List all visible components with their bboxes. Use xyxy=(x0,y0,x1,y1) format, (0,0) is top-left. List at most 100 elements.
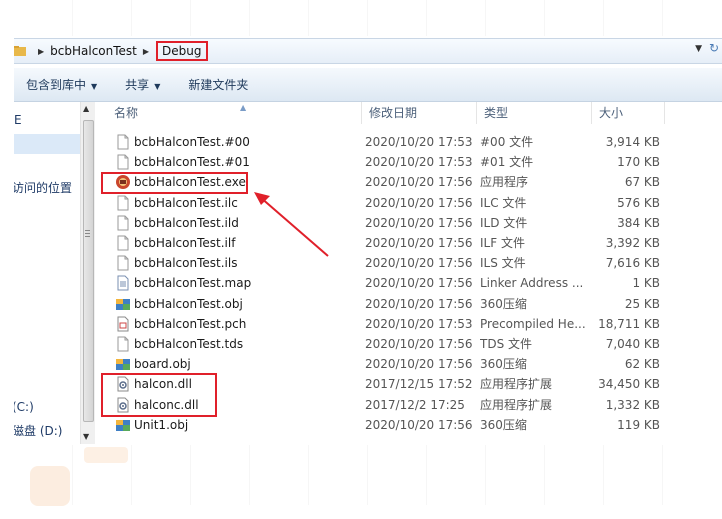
navigation-pane: E 访问的位置 (C:) 磁盘 (D:) xyxy=(14,102,80,444)
generic-file-icon xyxy=(115,255,131,271)
file-size: 384 KB xyxy=(617,215,660,230)
generic-file-icon xyxy=(115,235,131,251)
file-row[interactable]: bcbHalconTest.#00 2020/10/20 17:53 #00 文件 3… xyxy=(95,132,722,152)
file-name: bcbHalconTest.ilc xyxy=(134,195,238,210)
file-name: bcbHalconTest.ilf xyxy=(134,236,236,250)
chevron-right-icon[interactable]: ▶ xyxy=(38,47,44,56)
file-size: 3,914 KB xyxy=(605,135,660,149)
file-size: 34,450 KB xyxy=(598,377,660,392)
file-name: Unit1.obj xyxy=(134,417,189,432)
file-type: Precompiled He... xyxy=(480,316,585,331)
explorer-window: ▶ bcbHalconTest ▶ Debug ▼ ↻ 包含到库中 ▼ 共享 ▼ 新… xyxy=(0,0,722,519)
file-type: 360压缩 xyxy=(480,357,527,372)
file-date: 2017/12/2 17:25 xyxy=(365,397,465,412)
share-button[interactable]: 共享 ▼ xyxy=(125,76,160,93)
file-size: 170 KB xyxy=(617,155,660,170)
column-header-type[interactable]: 类型 xyxy=(477,102,592,124)
file-row[interactable]: board.obj 2020/10/20 17:56 360压缩 62 KB xyxy=(95,354,722,374)
file-row[interactable]: bcbHalconTest.ilc 2020/10/20 17:56 ILC 文件 5… xyxy=(95,193,722,213)
breadcrumb-debug[interactable]: Debug xyxy=(156,41,208,61)
file-date: 2020/10/20 17:56 xyxy=(365,276,473,291)
file-size: 7,040 KB xyxy=(605,337,660,351)
file-type: ILC 文件 xyxy=(480,195,527,210)
watermark-seal xyxy=(30,466,70,506)
generic-file-icon xyxy=(115,195,131,211)
address-bar[interactable]: ▶ bcbHalconTest ▶ Debug ▼ ↻ xyxy=(14,38,722,64)
command-bar: 包含到库中 ▼ 共享 ▼ 新建文件夹 xyxy=(14,68,722,102)
file-type: 360压缩 xyxy=(480,417,527,432)
file-row[interactable]: Unit1.obj 2020/10/20 17:56 360压缩 119 KB xyxy=(95,415,722,435)
nav-item-drive-d[interactable]: 磁盘 (D:) xyxy=(14,422,62,439)
file-type: #00 文件 xyxy=(480,135,534,149)
file-name: board.obj xyxy=(134,357,191,372)
breadcrumb-bcbhalcontest[interactable]: bcbHalconTest xyxy=(50,44,137,58)
file-name: bcbHalconTest.tds xyxy=(134,337,244,351)
red-arrow-icon xyxy=(254,192,329,257)
file-name: bcbHalconTest.ild xyxy=(134,215,239,230)
file-name: bcbHalconTest.pch xyxy=(134,316,247,331)
chevron-down-icon[interactable]: ▼ xyxy=(695,44,702,54)
chevron-down-icon: ▼ xyxy=(154,82,161,91)
file-row[interactable]: bcbHalconTest.#01 2020/10/20 17:53 #01 文件 1… xyxy=(95,152,722,172)
file-date: 2020/10/20 17:53 xyxy=(365,135,473,149)
file-size: 62 KB xyxy=(624,357,660,372)
file-row[interactable]: bcbHalconTest.map 2020/10/20 17:56 Linker … xyxy=(95,273,722,293)
watermark-logo xyxy=(558,0,678,36)
file-type: ILS 文件 xyxy=(480,256,526,271)
map-file-icon xyxy=(115,275,131,291)
chevron-right-icon[interactable]: ▶ xyxy=(143,47,149,56)
new-folder-button[interactable]: 新建文件夹 xyxy=(188,76,248,93)
archive-icon xyxy=(115,356,131,372)
file-date: 2020/10/20 17:56 xyxy=(365,296,473,311)
file-name: bcbHalconTest.obj xyxy=(134,296,243,311)
file-type: #01 文件 xyxy=(480,155,534,170)
file-date: 2020/10/20 17:53 xyxy=(365,316,473,331)
chevron-down-icon: ▼ xyxy=(91,82,98,91)
column-header-name[interactable]: 名称 ▲ xyxy=(107,102,362,124)
file-row[interactable]: bcbHalconTest.ilf 2020/10/20 17:56 ILF 文件 3… xyxy=(95,233,722,253)
file-name: bcbHalconTest.map xyxy=(134,276,252,291)
file-size: 25 KB xyxy=(624,296,660,311)
file-size: 1 KB xyxy=(632,276,660,291)
folder-icon xyxy=(14,45,26,57)
file-type: ILD 文件 xyxy=(480,215,528,230)
nav-item-drive-c[interactable]: (C:) xyxy=(14,400,34,414)
file-type: ILF 文件 xyxy=(480,236,525,250)
file-name: bcbHalconTest.#01 xyxy=(134,155,250,170)
file-size: 3,392 KB xyxy=(605,236,660,250)
file-type: Linker Address ... xyxy=(480,276,584,291)
nav-item-recent-places[interactable]: 访问的位置 xyxy=(14,179,72,196)
file-type: 应用程序 xyxy=(480,175,529,190)
file-row[interactable]: bcbHalconTest.pch 2020/10/20 17:53 Precomp… xyxy=(95,314,722,334)
file-type: 360压缩 xyxy=(480,296,527,311)
file-date: 2020/10/20 17:56 xyxy=(365,417,473,432)
file-date: 2017/12/15 17:52 xyxy=(365,377,473,392)
file-date: 2020/10/20 17:56 xyxy=(365,357,473,372)
archive-icon xyxy=(115,296,131,312)
generic-file-icon xyxy=(115,134,131,150)
file-type: TDS 文件 xyxy=(480,337,533,351)
nav-selected-highlight xyxy=(14,134,80,154)
include-in-library-label: 包含到库中 xyxy=(26,78,87,92)
scroll-down-icon[interactable]: ▼ xyxy=(83,432,89,441)
highlight-exe-box xyxy=(101,172,248,194)
column-header-size[interactable]: 大小 xyxy=(592,102,665,124)
scroll-up-icon[interactable]: ▲ xyxy=(83,104,89,113)
refresh-icon[interactable]: ↻ xyxy=(709,41,719,55)
file-date: 2020/10/20 17:56 xyxy=(365,256,473,271)
file-row[interactable]: bcbHalconTest.obj 2020/10/20 17:56 360压缩 25… xyxy=(95,294,722,314)
scroll-thumb[interactable] xyxy=(83,120,94,422)
file-size: 18,711 KB xyxy=(598,316,660,331)
file-row[interactable]: bcbHalconTest.ils 2020/10/20 17:56 ILS 文件 7… xyxy=(95,253,722,273)
file-name: bcbHalconTest.#00 xyxy=(134,135,250,149)
sort-ascending-icon: ▲ xyxy=(240,103,247,112)
file-row[interactable]: bcbHalconTest.tds 2020/10/20 17:56 TDS 文件 7… xyxy=(95,334,722,354)
nav-item-fragment[interactable]: E xyxy=(14,113,22,127)
include-in-library-button[interactable]: 包含到库中 ▼ xyxy=(26,76,97,93)
column-header-name-label: 名称 xyxy=(114,106,139,120)
file-size: 1,332 KB xyxy=(605,397,660,412)
file-size: 67 KB xyxy=(624,175,660,190)
column-header-date[interactable]: 修改日期 xyxy=(362,102,477,124)
navigation-scrollbar[interactable]: ▲ ▼ xyxy=(80,102,95,444)
file-row[interactable]: bcbHalconTest.ild 2020/10/20 17:56 ILD 文件 3… xyxy=(95,213,722,233)
